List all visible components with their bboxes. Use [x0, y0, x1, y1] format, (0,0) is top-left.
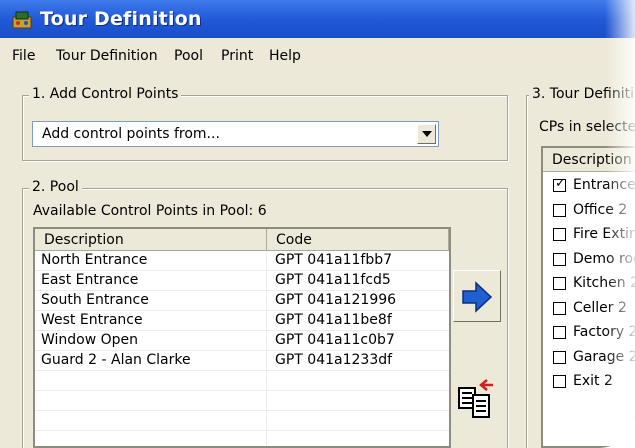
tour-list-item[interactable]: Exit 2	[543, 370, 635, 394]
copy-documents-icon	[458, 379, 493, 418]
add-control-points-label: 1. Add Control Points	[29, 86, 182, 102]
row-code: GPT 041a11be8f	[275, 312, 392, 328]
checkbox[interactable]	[553, 375, 566, 388]
add-to-tour-button[interactable]	[453, 270, 501, 322]
tour-list-item[interactable]: Kitchen 2	[543, 272, 635, 296]
checkbox[interactable]	[553, 326, 566, 339]
tour-column-header-description[interactable]: Description	[543, 148, 635, 172]
checkbox[interactable]: ✓	[553, 176, 566, 192]
table-row[interactable]: East Entrance GPT 041a11fcd5	[35, 271, 449, 291]
table-row[interactable]: West Entrance GPT 041a11be8f	[35, 311, 449, 331]
row-code: GPT 041a121996	[275, 292, 397, 308]
table-row[interactable]	[35, 431, 449, 446]
table-row[interactable]	[35, 391, 449, 411]
tour-item-label: Celler 2	[573, 299, 627, 316]
checkbox[interactable]	[553, 350, 566, 364]
row-code: GPT 041a11fcd5	[275, 272, 391, 288]
tour-list-item[interactable]: Demo roo	[543, 248, 635, 272]
tour-item-label: Exit 2	[573, 373, 613, 389]
tour-item-label: Factory 2	[573, 324, 635, 340]
tour-list-item[interactable]: Celler 2	[543, 297, 635, 321]
window-title: Tour Definition	[40, 8, 202, 30]
chevron-down-icon	[422, 131, 432, 137]
cps-in-selected-label: CPs in selecte	[539, 119, 635, 135]
checkbox[interactable]	[553, 252, 566, 266]
available-points-count: Available Control Points in Pool: 6	[33, 203, 267, 219]
pool-label: 2. Pool	[29, 179, 82, 195]
table-row[interactable]	[35, 411, 449, 431]
tour-item-label: Demo roo	[573, 250, 635, 267]
title-bar[interactable]: Tour Definition	[0, 0, 635, 38]
menu-bar: File Tour Definition Pool Print Help	[0, 44, 635, 68]
table-row[interactable]: Guard 2 - Alan Clarke GPT 041a1233df	[35, 351, 449, 371]
tour-list-item[interactable]: ✓ Entrance	[543, 174, 635, 198]
menu-print[interactable]: Print	[221, 48, 253, 64]
copy-control-points-button[interactable]	[453, 372, 501, 432]
table-row[interactable]: South Entrance GPT 041a121996	[35, 291, 449, 311]
row-description: Guard 2 - Alan Clarke	[41, 352, 191, 368]
row-code: GPT 041a1233df	[275, 352, 393, 368]
dropdown-button[interactable]	[417, 124, 436, 144]
row-description: West Entrance	[41, 312, 143, 328]
row-description: South Entrance	[41, 292, 149, 308]
checkbox[interactable]	[553, 203, 566, 217]
checkbox[interactable]	[553, 228, 566, 241]
column-header-description[interactable]: Description	[35, 229, 267, 251]
pool-list[interactable]: Description Code North Entrance GPT 041a1…	[33, 227, 451, 448]
arrow-right-icon	[462, 281, 493, 313]
tour-list-item[interactable]: Factory 2	[543, 321, 635, 345]
tour-item-label: Fire Extin	[573, 226, 635, 242]
tour-list-item[interactable]: Garage 2	[543, 346, 635, 370]
column-header-code[interactable]: Code	[267, 229, 449, 251]
row-description: North Entrance	[41, 252, 148, 268]
menu-help[interactable]: Help	[269, 48, 301, 64]
tour-list-item[interactable]: Fire Extin	[543, 223, 635, 247]
control-points-source-dropdown[interactable]: Add control points from...	[32, 121, 439, 147]
table-row[interactable]	[35, 371, 449, 391]
tour-definition-window: Tour Definition File Tour Definition Poo…	[0, 0, 635, 448]
row-code: GPT 041a11fbb7	[275, 252, 393, 268]
tour-list-item[interactable]: Office 2	[543, 199, 635, 223]
tour-definition-label: 3. Tour Definiti	[529, 86, 635, 102]
checkbox[interactable]	[553, 277, 566, 290]
tour-item-label: Office 2	[573, 201, 628, 218]
table-row[interactable]: North Entrance GPT 041a11fbb7	[35, 251, 449, 271]
tour-item-label: Entrance	[573, 177, 635, 193]
row-description: East Entrance	[41, 272, 139, 288]
row-code: GPT 041a11c0b7	[275, 332, 395, 348]
table-row[interactable]: Window Open GPT 041a11c0b7	[35, 331, 449, 351]
checkmark-icon: ✓	[555, 176, 566, 191]
tour-app-icon	[12, 11, 32, 29]
tour-control-points-list[interactable]: Description ✓ Entrance Office 2 Fire Extin D…	[541, 146, 635, 448]
row-description: Window Open	[41, 332, 139, 348]
menu-file[interactable]: File	[12, 48, 35, 64]
dropdown-selected-value: Add control points from...	[42, 126, 220, 142]
menu-tour-definition[interactable]: Tour Definition	[56, 48, 158, 64]
tour-item-label: Garage 2	[573, 348, 635, 365]
tour-item-label: Kitchen 2	[573, 275, 635, 291]
checkbox[interactable]	[553, 301, 566, 315]
menu-pool[interactable]: Pool	[174, 48, 203, 64]
